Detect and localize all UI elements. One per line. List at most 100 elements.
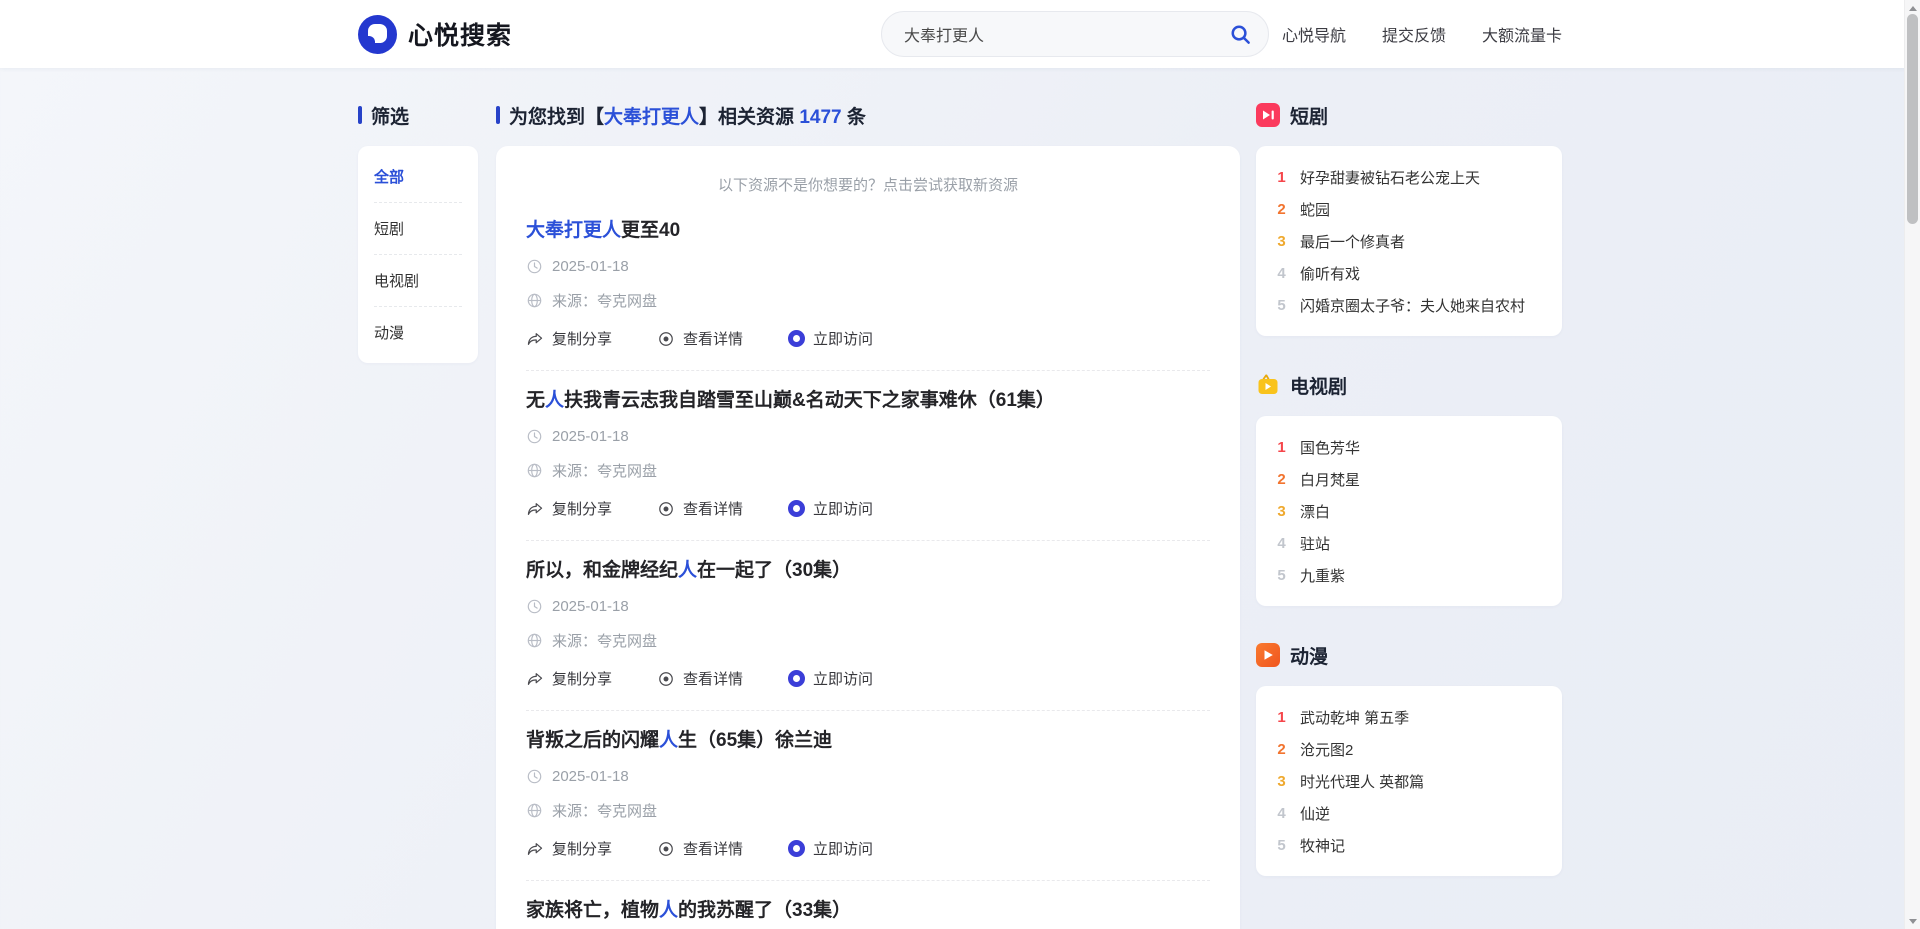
search-button[interactable] [1229,23,1252,46]
rank-label: 漂白 [1300,501,1330,522]
rank-item[interactable]: 5九重紫 [1276,559,1542,591]
visit-button[interactable]: 立即访问 [788,328,873,349]
rank-item[interactable]: 2沧元图2 [1276,733,1542,765]
rank-item[interactable]: 3最后一个修真者 [1276,225,1542,257]
share-icon [526,500,544,518]
globe-icon [526,802,543,819]
rank-label: 好孕甜妻被钻石老公宠上天 [1300,167,1480,188]
quark-ring-icon [788,840,805,857]
visit-button[interactable]: 立即访问 [788,668,873,689]
rank-section-head: 电视剧 [1256,373,1562,397]
rank-item[interactable]: 4仙逆 [1276,797,1542,829]
tv-icon [1256,373,1280,397]
result-item: 大奉打更人更至40 2025-01-18 来源：夸克网盘 复制分享 [526,201,1210,371]
visit-button[interactable]: 立即访问 [788,838,873,859]
rank-item[interactable]: 4驻站 [1276,527,1542,559]
copy-share-button[interactable]: 复制分享 [526,498,612,519]
result-source: 来源：夸克网盘 [552,800,657,821]
rank-number: 4 [1276,805,1287,822]
nav-link[interactable]: 提交反馈 [1382,22,1446,46]
text-part: 更至40 [621,220,680,241]
result-date: 2025-01-18 [552,258,629,275]
filter-item[interactable]: 短剧 [374,203,462,255]
scrollbar-down-arrow[interactable] [1905,913,1920,929]
copy-share-button[interactable]: 复制分享 [526,328,612,349]
filter-item[interactable]: 动漫 [374,307,462,358]
text-part: 在一起了（30集） [697,560,851,581]
rank-label: 时光代理人 英都篇 [1300,771,1424,792]
rank-section-title: 短剧 [1290,102,1328,129]
header-nav: 心悦导航 提交反馈 大额流量卡 [1282,0,1562,68]
copy-share-label: 复制分享 [552,838,612,859]
result-title-link[interactable]: 家族将亡，植物人的我苏醒了（33集） [526,899,1210,923]
result-title-link[interactable]: 背叛之后的闪耀人生（65集）徐兰迪 [526,729,1210,753]
result-title-link[interactable]: 所以，和金牌经纪人在一起了（30集） [526,559,1210,583]
rank-number: 5 [1276,837,1287,854]
text-part: 的我苏醒了（33集） [678,900,851,921]
view-detail-button[interactable]: 查看详情 [657,838,743,859]
rank-card: 1国色芳华2白月梵星3漂白4驻站5九重紫 [1256,416,1562,606]
copy-share-label: 复制分享 [552,668,612,689]
rank-item[interactable]: 2 蛇园 [1276,193,1542,225]
search-icon [1229,23,1252,46]
view-detail-button[interactable]: 查看详情 [657,668,743,689]
rank-section-title: 动漫 [1290,642,1328,669]
filter-title: 筛选 [371,102,409,129]
result-source-row: 来源：夸克网盘 [526,630,1210,651]
result-date-row: 2025-01-18 [526,598,1210,615]
nav-link[interactable]: 大额流量卡 [1482,22,1562,46]
view-detail-icon [657,670,675,688]
visit-button[interactable]: 立即访问 [788,498,873,519]
rank-item[interactable]: 1国色芳华 [1276,431,1542,463]
rank-item[interactable]: 1武动乾坤 第五季 [1276,701,1542,733]
search-input[interactable] [904,25,1229,43]
filter-item[interactable]: 全部 [374,151,462,203]
result-item: 家族将亡，植物人的我苏醒了（33集） 2025-01-18 来源：夸克网盘 复制… [526,881,1210,929]
rank-item[interactable]: 3时光代理人 英都篇 [1276,765,1542,797]
clock-icon [526,258,543,275]
rank-item[interactable]: 2白月梵星 [1276,463,1542,495]
result-title-link[interactable]: 大奉打更人更至40 [526,219,1210,243]
highlighted-keyword: 人 [659,730,678,751]
result-actions: 复制分享 查看详情 立即访问 [526,498,1210,519]
scrollbar-thumb[interactable] [1907,14,1918,224]
text-part: 所以，和金牌经纪 [526,560,678,581]
rank-number: 2 [1276,741,1287,758]
rank-label: 蛇园 [1300,199,1330,220]
rank-number: 1 [1276,709,1287,726]
view-detail-button[interactable]: 查看详情 [657,498,743,519]
globe-icon [526,632,543,649]
rank-item[interactable]: 4 偷听有戏 [1276,257,1542,289]
text-part: 生（65集）徐兰迪 [678,730,832,751]
rank-number: 2 [1276,201,1287,218]
rank-item[interactable]: 1好孕甜妻被钻石老公宠上天 [1276,161,1542,193]
rank-item[interactable]: 5闪婚京圈太子爷：夫人她来自农村 [1276,289,1542,321]
clock-icon [526,768,543,785]
result-item: 无人扶我青云志我自踏雪至山巅&名动天下之家事难休（61集） 2025-01-18… [526,371,1210,541]
quark-ring-icon [788,670,805,687]
view-detail-button[interactable]: 查看详情 [657,328,743,349]
copy-share-label: 复制分享 [552,498,612,519]
copy-share-button[interactable]: 复制分享 [526,838,612,859]
rank-section-title: 电视剧 [1290,372,1347,399]
refresh-notice-link[interactable]: 以下资源不是你想要的？点击尝试获取新资源 [526,154,1210,201]
nav-link[interactable]: 心悦导航 [1282,22,1346,46]
brand-logo[interactable]: 心悦搜索 [358,0,512,68]
rank-label: 偷听有戏 [1300,263,1360,284]
visit-label: 立即访问 [813,668,873,689]
view-detail-icon [657,840,675,858]
result-actions: 复制分享 查看详情 立即访问 [526,328,1210,349]
page-body: 筛选 全部短剧电视剧动漫 为您找到【大奉打更人】相关资源 1477 条 以下资源… [358,68,1562,929]
rank-item[interactable]: 3漂白 [1276,495,1542,527]
rank-section: 动漫 1武动乾坤 第五季2沧元图23时光代理人 英都篇4仙逆5牧神记 [1256,643,1562,876]
rank-number: 4 [1276,535,1287,552]
rank-item[interactable]: 5牧神记 [1276,829,1542,861]
rank-number: 5 [1276,297,1287,314]
filter-item[interactable]: 电视剧 [374,255,462,307]
rank-number: 4 [1276,265,1287,282]
rank-number: 1 [1276,439,1287,456]
search-box [881,11,1269,57]
result-item: 背叛之后的闪耀人生（65集）徐兰迪 2025-01-18 来源：夸克网盘 复制分… [526,711,1210,881]
copy-share-button[interactable]: 复制分享 [526,668,612,689]
result-title-link[interactable]: 无人扶我青云志我自踏雪至山巅&名动天下之家事难休（61集） [526,389,1210,413]
